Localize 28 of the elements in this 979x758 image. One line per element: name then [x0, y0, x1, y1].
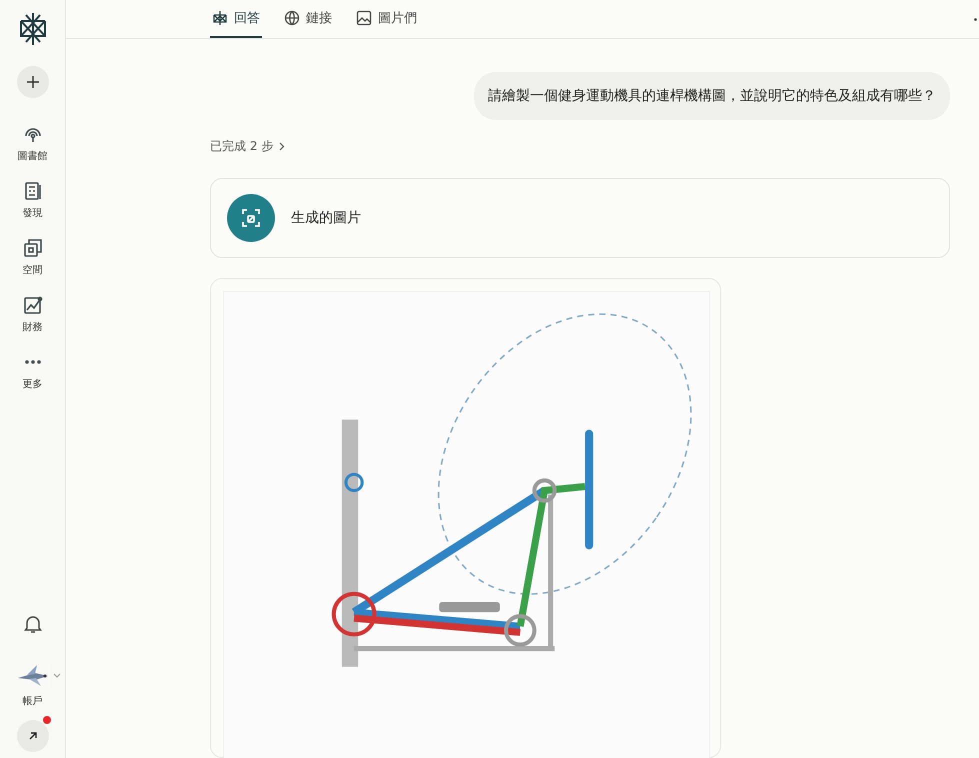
tab[interactable]: 鏈接	[282, 0, 334, 38]
arrow-icon	[28, 731, 38, 741]
image-generation-icon	[227, 194, 275, 242]
tab[interactable]: 回答	[210, 0, 262, 38]
nav-label[interactable]: 更多	[22, 377, 42, 391]
nav-label[interactable]: 空間	[22, 263, 42, 277]
newspaper-icon[interactable]	[22, 181, 42, 201]
user-question: 請繪製一個健身運動機具的連桿機構圖，並說明它的特色及組成有哪些？	[474, 72, 950, 120]
nav-label[interactable]: 發現	[22, 206, 42, 220]
chevron-right-icon	[279, 142, 286, 151]
account-label[interactable]: 帳戶	[22, 694, 42, 708]
chevron-down-icon[interactable]	[52, 673, 60, 679]
card-title: 生成的圖片	[291, 209, 361, 227]
image-icon	[356, 10, 372, 26]
notification-bell-icon[interactable]	[24, 614, 42, 634]
globe-icon	[284, 10, 300, 26]
logo-icon	[212, 10, 228, 26]
plus-icon	[26, 75, 40, 89]
menu-icon[interactable]	[974, 18, 977, 20]
chart-icon[interactable]	[22, 295, 42, 315]
tab[interactable]: 圖片們	[354, 0, 419, 38]
new-thread-button[interactable]	[16, 66, 48, 98]
nav-label[interactable]: 財務	[22, 320, 42, 334]
nav-label[interactable]: 圖書館	[18, 149, 48, 163]
squares-icon[interactable]	[22, 238, 42, 258]
steps-toggle[interactable]: 已完成 2 步	[210, 138, 286, 155]
generated-image-card[interactable]: 生成的圖片	[210, 178, 950, 258]
logo-icon[interactable]	[18, 12, 48, 46]
